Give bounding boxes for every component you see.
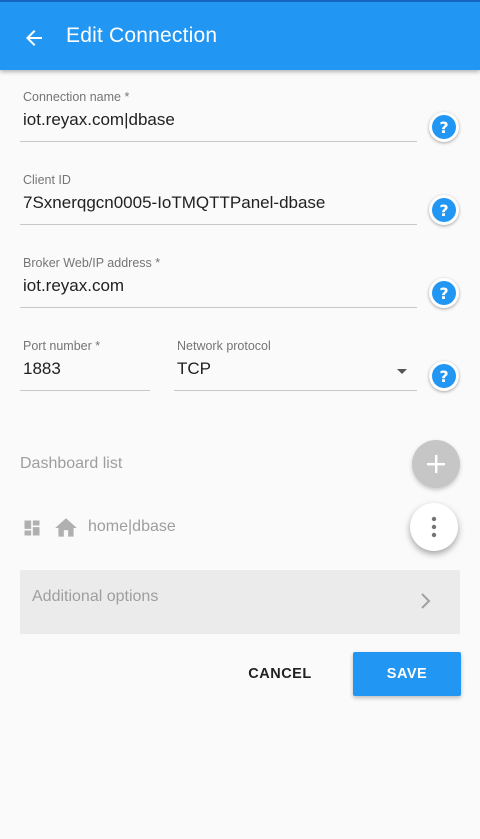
additional-options-label: Additional options — [32, 588, 159, 605]
more-vertical-icon — [431, 516, 437, 538]
underline — [174, 390, 417, 391]
connection-name-help-button[interactable]: ? — [429, 112, 459, 142]
port-number-field[interactable]: Port number * 1883 — [20, 339, 150, 391]
page-title: Edit Connection — [66, 24, 218, 47]
network-protocol-select[interactable]: Network protocol TCP — [174, 339, 417, 391]
connection-name-field[interactable]: Connection name * iot.reyax.com|dbase — [20, 90, 417, 142]
broker-address-help-button[interactable]: ? — [429, 278, 459, 308]
dashboard-icon — [24, 520, 40, 536]
network-protocol-help-button[interactable]: ? — [429, 361, 459, 391]
cancel-button[interactable]: CANCEL — [232, 652, 328, 696]
underline — [20, 307, 417, 308]
chevron-right-icon — [421, 593, 431, 609]
dashboard-list-title: Dashboard list — [20, 455, 123, 472]
help-icon: ? — [432, 281, 456, 305]
port-number-label: Port number * — [23, 339, 101, 353]
additional-options-row[interactable]: Additional options — [20, 570, 460, 634]
app-bar: Edit Connection — [0, 0, 480, 70]
connection-name-label: Connection name * — [23, 90, 130, 104]
client-id-field[interactable]: Client ID 7Sxnerqgcn0005-IoTMQTTPanel-db… — [20, 173, 417, 225]
network-protocol-label: Network protocol — [177, 339, 271, 353]
help-icon: ? — [432, 364, 456, 388]
underline — [20, 390, 150, 391]
add-dashboard-button[interactable] — [412, 440, 460, 488]
client-id-label: Client ID — [23, 173, 71, 187]
arrow-left-icon — [26, 30, 42, 46]
broker-address-label: Broker Web/IP address * — [23, 256, 161, 270]
dropdown-arrow-icon — [397, 369, 407, 374]
help-icon: ? — [432, 198, 456, 222]
plus-icon — [427, 455, 445, 473]
save-button[interactable]: SAVE — [353, 652, 461, 696]
dashboard-item-more-button[interactable] — [410, 503, 458, 551]
connection-name-value: iot.reyax.com|dbase — [23, 110, 175, 129]
help-icon: ? — [432, 115, 456, 139]
back-button[interactable] — [16, 20, 52, 56]
port-number-value: 1883 — [23, 359, 61, 378]
client-id-value: 7Sxnerqgcn0005-IoTMQTTPanel-dbase — [23, 193, 326, 212]
underline — [20, 141, 417, 142]
client-id-help-button[interactable]: ? — [429, 195, 459, 225]
underline — [20, 224, 417, 225]
dashboard-item-label: home|dbase — [88, 518, 176, 535]
home-icon — [55, 518, 77, 537]
broker-address-field[interactable]: Broker Web/IP address * iot.reyax.com — [20, 256, 417, 308]
dashboard-list-item[interactable]: home|dbase — [20, 510, 460, 546]
network-protocol-value: TCP — [177, 359, 211, 378]
broker-address-value: iot.reyax.com — [23, 276, 125, 295]
